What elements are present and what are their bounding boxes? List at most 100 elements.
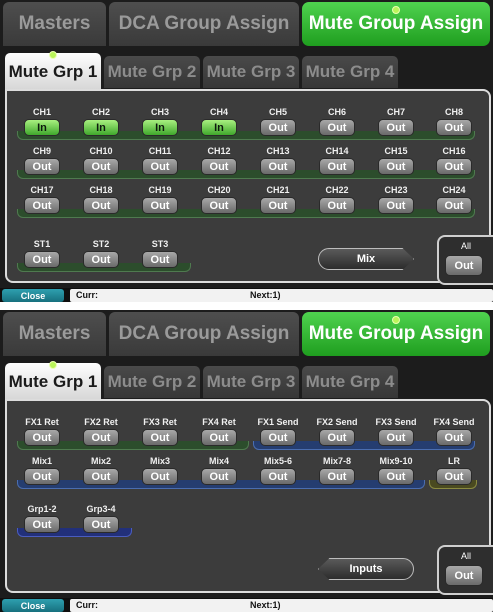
channel-label: Mix4 [208,456,229,466]
channel-label: CH16 [442,146,466,156]
channel-toggle-button[interactable]: Out [142,197,178,214]
channel-toggle-button[interactable]: Out [436,429,472,446]
channel-toggle-button[interactable]: Out [24,197,60,214]
channel-toggle-button[interactable]: Out [378,119,414,136]
tab-mute-grp-4[interactable]: Mute Grp 4 [302,366,398,398]
channel-fx2-ret: FX2 Ret Out [83,417,119,446]
channel-label: ST1 [33,239,51,249]
channel-toggle-button[interactable]: Out [142,429,178,446]
inputs-page-button[interactable]: Inputs [318,558,414,580]
tab-mute-grp-3[interactable]: Mute Grp 3 [203,366,299,398]
channel-fx3-ret: FX3 Ret Out [142,417,178,446]
channel-toggle-button[interactable]: Out [24,429,60,446]
channel-toggle-button[interactable]: Out [24,468,60,485]
close-button[interactable]: Close [2,289,64,302]
channel-toggle-button[interactable]: Out [24,158,60,175]
tab-masters[interactable]: Masters [3,2,106,46]
channel-toggle-button[interactable]: Out [83,251,119,268]
channel-toggle-button[interactable]: Out [260,119,296,136]
tab-mute-grp-3[interactable]: Mute Grp 3 [203,56,299,88]
channel-toggle-button[interactable]: Out [83,468,119,485]
channel-ch11: CH11 Out [142,146,178,175]
channel-label: FX1 Send [257,417,299,427]
channel-ch19: CH19 Out [142,185,178,214]
all-toggle-button[interactable]: Out [445,565,483,586]
channel-toggle-button[interactable]: Out [201,468,237,485]
channel-grp3-4: Grp3-4 Out [83,504,119,533]
channel-toggle-button[interactable]: Out [83,429,119,446]
channel-toggle-button[interactable]: Out [201,429,237,446]
channel-ch12: CH12 Out [201,146,237,175]
channel-label: LR [448,456,460,466]
tab-mute-grp-1[interactable]: Mute Grp 1 [5,51,101,90]
channel-ch17: CH17 Out [24,185,60,214]
channel-toggle-button[interactable]: Out [83,197,119,214]
all-label: All [460,551,471,561]
channel-toggle-button[interactable]: In [142,119,178,136]
channel-toggle-button[interactable]: Out [201,158,237,175]
channel-toggle-button[interactable]: Out [319,429,355,446]
channel-toggle-button[interactable]: Out [142,251,178,268]
channel-toggle-button[interactable]: Out [24,251,60,268]
status-bar: Close Curr: Next:1) [0,288,493,302]
channel-label: Grp3-4 [86,504,116,514]
channel-mix4: Mix4 Out [201,456,237,485]
tab-mute-grp-2[interactable]: Mute Grp 2 [104,366,200,398]
tab-dca-group-assign[interactable]: DCA Group Assign [109,312,299,356]
channel-toggle-button[interactable]: Out [260,158,296,175]
tab-mute-grp-4[interactable]: Mute Grp 4 [302,56,398,88]
channel-toggle-button[interactable]: In [83,119,119,136]
channel-ch13: CH13 Out [260,146,296,175]
channel-toggle-button[interactable]: Out [201,197,237,214]
mix-page-button[interactable]: Mix [318,248,414,270]
channel-label: FX4 Send [433,417,475,427]
channel-toggle-button[interactable]: Out [378,429,414,446]
channel-toggle-button[interactable]: Out [319,468,355,485]
channel-toggle-button[interactable]: Out [436,119,472,136]
channel-st3: ST3 Out [142,239,178,268]
channel-ch10: CH10 Out [83,146,119,175]
channel-toggle-button[interactable]: Out [83,516,119,533]
tab-masters[interactable]: Masters [3,312,106,356]
channel-label: CH7 [386,107,405,117]
channel-label: CH18 [89,185,113,195]
channel-ch8: CH8 Out [436,107,472,136]
channel-toggle-button[interactable]: Out [378,468,414,485]
channel-label: CH8 [444,107,463,117]
channel-toggle-button[interactable]: Out [436,158,472,175]
channel-fx4-send: FX4 Send Out [433,417,475,446]
active-led-icon [392,316,400,324]
tab-mute-grp-2[interactable]: Mute Grp 2 [104,56,200,88]
tab-mute-group-assign[interactable]: Mute Group Assign [302,312,490,356]
channel-toggle-button[interactable]: In [24,119,60,136]
channel-toggle-button[interactable]: In [201,119,237,136]
tab-mute-group-assign[interactable]: Mute Group Assign [302,2,490,46]
channel-toggle-button[interactable]: Out [378,197,414,214]
channel-toggle-button[interactable]: Out [319,119,355,136]
close-button[interactable]: Close [2,599,64,612]
channel-ch4: CH4 In [201,107,237,136]
channel-fx2-send: FX2 Send Out [316,417,358,446]
next-label: Next:1) [250,600,281,610]
channel-toggle-button[interactable]: Out [142,468,178,485]
channel-toggle-button[interactable]: Out [436,197,472,214]
channel-mix7-8: Mix7-8 Out [319,456,355,485]
channel-label: FX1 Ret [25,417,59,427]
channel-toggle-button[interactable]: Out [142,158,178,175]
channel-ch7: CH7 Out [378,107,414,136]
channel-toggle-button[interactable]: Out [319,197,355,214]
channel-toggle-button[interactable]: Out [260,197,296,214]
channel-label: Mix7-8 [322,456,351,466]
tab-mute-grp-1[interactable]: Mute Grp 1 [5,361,101,400]
channel-toggle-button[interactable]: Out [260,468,296,485]
channel-toggle-button[interactable]: Out [24,516,60,533]
channel-ch21: CH21 Out [260,185,296,214]
channel-toggle-button[interactable]: Out [83,158,119,175]
channel-toggle-button[interactable]: Out [260,429,296,446]
channel-toggle-button[interactable]: Out [378,158,414,175]
status-field: Curr: Next:1) [70,599,493,612]
channel-toggle-button[interactable]: Out [436,468,472,485]
channel-toggle-button[interactable]: Out [319,158,355,175]
tab-dca-group-assign[interactable]: DCA Group Assign [109,2,299,46]
all-toggle-button[interactable]: Out [445,255,483,276]
